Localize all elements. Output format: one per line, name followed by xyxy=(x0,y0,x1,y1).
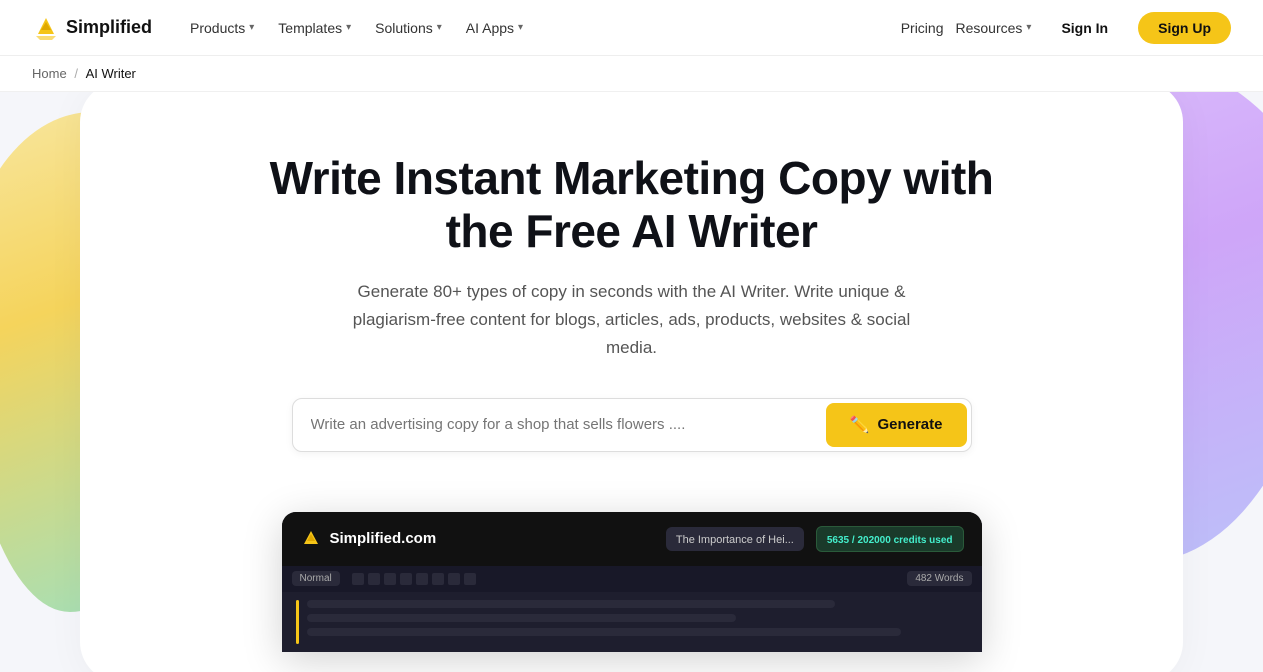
hero-subtitle: Generate 80+ types of copy in seconds wi… xyxy=(352,278,912,362)
breadcrumb-current: AI Writer xyxy=(86,66,136,81)
resources-label: Resources xyxy=(955,20,1022,36)
word-count: 482 Words xyxy=(907,571,971,586)
products-label: Products xyxy=(190,20,245,36)
toolbar-icon-link xyxy=(416,573,428,585)
app-credits-badge: 5635 / 202000 credits used xyxy=(816,526,964,552)
editor-lines xyxy=(307,600,968,636)
app-logo-area: Simplified.com xyxy=(300,528,437,550)
app-preview-wrapper: Simplified.com The Importance of Hei... … xyxy=(262,512,1002,652)
ai-apps-label: AI Apps xyxy=(466,20,514,36)
templates-chevron-icon: ▾ xyxy=(346,22,351,33)
nav-resources[interactable]: Resources ▾ xyxy=(955,20,1031,36)
templates-label: Templates xyxy=(278,20,342,36)
app-doc-title: The Importance of Hei... xyxy=(666,527,804,551)
app-preview: Simplified.com The Importance of Hei... … xyxy=(282,512,982,652)
hero-section: Write Instant Marketing Copy with the Fr… xyxy=(0,92,1263,672)
breadcrumb: Home / AI Writer xyxy=(0,56,1263,92)
logo-text: Simplified xyxy=(66,17,152,38)
toolbar-icon-undo xyxy=(448,573,460,585)
breadcrumb-home[interactable]: Home xyxy=(32,66,67,81)
app-editor-body xyxy=(282,592,982,652)
toolbar-icon-u xyxy=(384,573,396,585)
breadcrumb-separator: / xyxy=(74,66,78,81)
nav-ai-apps[interactable]: AI Apps ▾ xyxy=(456,14,533,42)
solutions-label: Solutions xyxy=(375,20,433,36)
ai-apps-chevron-icon: ▾ xyxy=(518,22,523,33)
search-bar: ✏️ Generate xyxy=(292,398,972,452)
products-chevron-icon: ▾ xyxy=(249,22,254,33)
search-input[interactable] xyxy=(293,402,822,447)
toolbar-icon-list xyxy=(432,573,444,585)
resources-chevron-icon: ▾ xyxy=(1026,22,1031,33)
logo-icon xyxy=(32,14,60,42)
toolbar-icon-i xyxy=(368,573,380,585)
app-preview-header: Simplified.com The Importance of Hei... … xyxy=(282,512,982,566)
generate-label: Generate xyxy=(877,416,942,433)
signin-button[interactable]: Sign In xyxy=(1043,12,1126,44)
generate-button[interactable]: ✏️ Generate xyxy=(826,403,967,447)
app-logo-icon xyxy=(300,528,322,550)
nav-links: Products ▾ Templates ▾ Solutions ▾ AI Ap… xyxy=(180,14,901,42)
app-logo-text: Simplified.com xyxy=(330,530,437,547)
nav-solutions[interactable]: Solutions ▾ xyxy=(365,14,452,42)
editor-line-3 xyxy=(307,628,902,636)
nav-products[interactable]: Products ▾ xyxy=(180,14,264,42)
app-header-right: The Importance of Hei... 5635 / 202000 c… xyxy=(666,526,964,552)
nav-templates[interactable]: Templates ▾ xyxy=(268,14,361,42)
toolbar-icon-s xyxy=(400,573,412,585)
toolbar-icon-redo xyxy=(464,573,476,585)
solutions-chevron-icon: ▾ xyxy=(437,22,442,33)
toolbar-normal: Normal xyxy=(292,571,340,586)
editor-line-1 xyxy=(307,600,836,608)
nav-right: Pricing Resources ▾ Sign In Sign Up xyxy=(901,12,1231,44)
editor-accent-bar xyxy=(296,600,299,644)
logo-link[interactable]: Simplified xyxy=(32,14,152,42)
app-toolbar: Normal 482 Words xyxy=(282,566,982,592)
hero-title: Write Instant Marketing Copy with the Fr… xyxy=(262,152,1002,258)
hero-content: Write Instant Marketing Copy with the Fr… xyxy=(242,92,1022,482)
navbar: Simplified Products ▾ Templates ▾ Soluti… xyxy=(0,0,1263,56)
editor-line-2 xyxy=(307,614,737,622)
nav-pricing[interactable]: Pricing xyxy=(901,20,944,36)
toolbar-icon-b xyxy=(352,573,364,585)
signup-button[interactable]: Sign Up xyxy=(1138,12,1231,44)
wand-icon: ✏️ xyxy=(850,415,870,435)
toolbar-icons xyxy=(352,573,476,585)
